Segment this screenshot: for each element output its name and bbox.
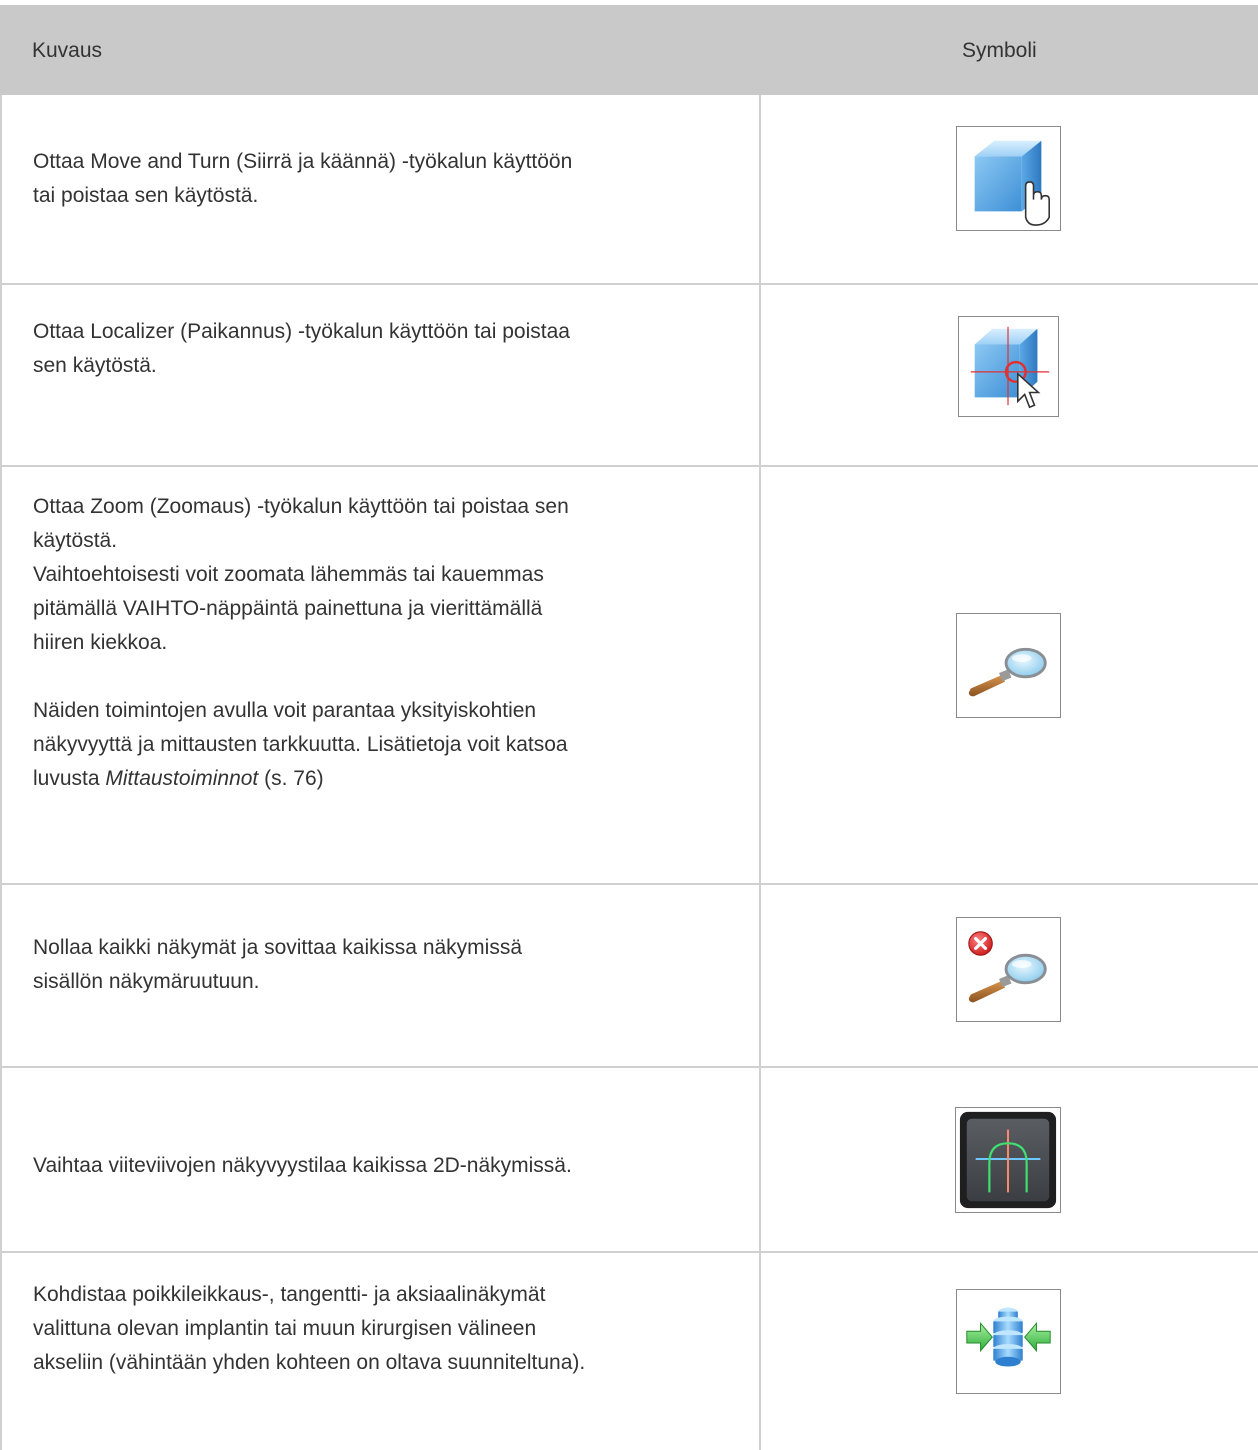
table-row: Ottaa Localizer (Paikannus) -työkalun kä… (0, 285, 1258, 465)
table-header: Kuvaus Symboli (0, 5, 1258, 95)
description-line: hiiren kiekkoa. (33, 631, 168, 654)
row-description: Nollaa kaikki näkymät ja sovittaa kaikis… (33, 931, 733, 999)
description-line: Ottaa Zoom (Zoomaus) -työkalun käyttöön … (33, 495, 569, 518)
table-row: Vaihtaa viiteviivojen näkyvyystilaa kaik… (0, 1068, 1258, 1251)
zoom-icon (956, 613, 1061, 718)
row-description: Ottaa Zoom (Zoomaus) -työkalun käyttöön … (33, 490, 733, 796)
description-line: Kohdistaa poikkileikkaus-, tangentti- ja… (33, 1283, 546, 1306)
description-line: Ottaa Localizer (Paikannus) -työkalun kä… (33, 320, 570, 343)
description-line: näkyvyyttä ja mittausten tarkkuutta. Lis… (33, 733, 568, 756)
table-row: Kohdistaa poikkileikkaus-, tangentti- ja… (0, 1253, 1258, 1450)
chapter-link[interactable]: Mittaustoiminnot (105, 767, 258, 790)
row-description: Kohdistaa poikkileikkaus-, tangentti- ja… (33, 1278, 733, 1380)
description-line: sisällön näkymäruutuun. (33, 970, 260, 993)
description-line: Vaihtaa viiteviivojen näkyvyystilaa kaik… (33, 1154, 572, 1177)
row-description: Ottaa Localizer (Paikannus) -työkalun kä… (33, 315, 733, 383)
reference-prefix: luvusta (33, 767, 106, 790)
description-line: Ottaa Move and Turn (Siirrä ja käännä) -… (33, 150, 573, 173)
page-reference: (s. 76) (258, 767, 324, 790)
description-line: Nollaa kaikki näkymät ja sovittaa kaikis… (33, 936, 523, 959)
table-row: Ottaa Move and Turn (Siirrä ja käännä) -… (0, 95, 1258, 283)
description-line: sen käytöstä. (33, 354, 157, 377)
description-line: pitämällä VAIHTO-näppäintä painettuna ja… (33, 597, 543, 620)
header-symbol: Symboli (962, 39, 1037, 62)
description-line: valittuna olevan implantin tai muun kiru… (33, 1317, 537, 1340)
row-description: Ottaa Move and Turn (Siirrä ja käännä) -… (33, 145, 733, 213)
table-row: Ottaa Zoom (Zoomaus) -työkalun käyttöön … (0, 467, 1258, 883)
move-and-turn-icon (956, 126, 1061, 231)
localizer-icon (958, 316, 1059, 417)
reference-lines-icon (955, 1107, 1061, 1213)
align-views-icon (956, 1289, 1061, 1394)
description-line: Näiden toimintojen avulla voit parantaa … (33, 699, 537, 722)
description-line: luvusta Mittaustoiminnot (s. 76) (33, 762, 733, 796)
header-description: Kuvaus (32, 39, 103, 62)
description-line: Vaihtoehtoisesti voit zoomata lähemmäs t… (33, 563, 544, 586)
description-line: käytöstä. (33, 529, 118, 552)
description-line: akseliin (vähintään yhden kohteen on olt… (33, 1351, 586, 1374)
table-row: Nollaa kaikki näkymät ja sovittaa kaikis… (0, 885, 1258, 1066)
reset-zoom-icon (956, 917, 1061, 1022)
row-description: Vaihtaa viiteviivojen näkyvyystilaa kaik… (33, 1149, 733, 1183)
description-line: tai poistaa sen käytöstä. (33, 184, 259, 207)
